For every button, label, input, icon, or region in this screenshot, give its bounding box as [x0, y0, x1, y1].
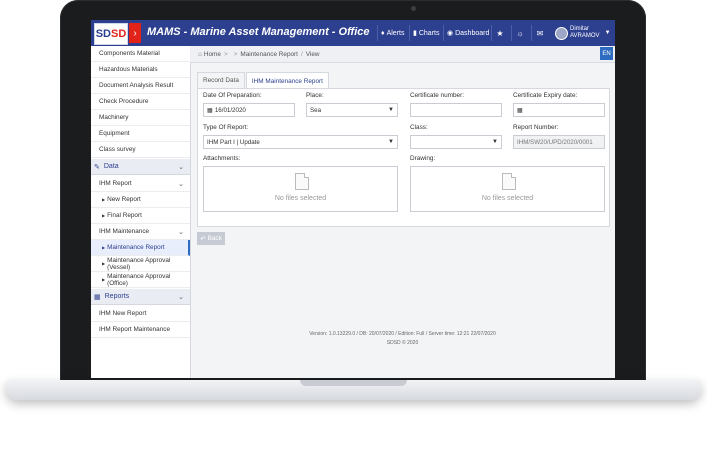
caret-right-icon: ▶: [102, 261, 106, 266]
version-info: Version: 1.0.13229.0 / DB: 20/07/2020 / …: [309, 331, 496, 337]
type-select[interactable]: IHM Part I | Update ▼: [203, 135, 398, 149]
copyright: SDSD © 2020: [386, 340, 419, 346]
caret-down-icon: ▼: [492, 139, 498, 145]
back-button[interactable]: ↶ Back: [197, 232, 225, 245]
sidebar-section-data[interactable]: ✎ Data ⌄: [91, 159, 190, 175]
tab-ihm-maintenance-report[interactable]: IHM Maintenance Report: [245, 72, 329, 89]
language-button[interactable]: EN: [600, 47, 613, 60]
drawing-label: Drawing:: [410, 155, 436, 162]
chevron-down-icon: ⌄: [178, 228, 184, 236]
chevron-right-icon: ›: [133, 27, 137, 39]
sidebar-item-class-survey[interactable]: Class survey: [91, 142, 190, 158]
caret-down-icon: ▼: [388, 107, 394, 113]
avatar: [555, 26, 568, 40]
class-label: Class:: [410, 124, 428, 131]
camera-icon: [411, 6, 416, 11]
home-icon: ⌂: [198, 50, 202, 58]
sidebar-section-reports[interactable]: ▦ Reports ⌄: [91, 289, 190, 305]
app-screen: SD SD › MAMS - Marine Asset Management - …: [91, 20, 615, 378]
bar-chart-icon: ▮: [413, 30, 417, 37]
sidebar-item-hazardous-materials[interactable]: Hazardous Materials: [91, 62, 190, 78]
breadcrumb-view: View: [305, 50, 320, 58]
sidebar-item-document-analysis[interactable]: Document Analysis Result: [91, 78, 190, 94]
sidebar-item-final-report[interactable]: ▶ Final Report: [91, 208, 190, 224]
alerts-button[interactable]: ♦ Alerts: [377, 25, 407, 41]
attachments-label: Attachments:: [203, 155, 241, 162]
drawing-dropzone[interactable]: No files selected: [410, 166, 605, 212]
date-label: Date Of Preparation:: [203, 92, 262, 99]
tab-bar: Record Data IHM Maintenance Report: [197, 72, 330, 89]
sidebar-item-maintenance-report[interactable]: ▶ Maintenance Report: [91, 240, 190, 256]
app-title: MAMS - Marine Asset Management - Office: [147, 26, 370, 38]
chevron-down-icon: ⌄: [178, 180, 184, 188]
cert-expiry-field[interactable]: ▦: [513, 103, 605, 117]
laptop-frame: SD SD › MAMS - Marine Asset Management - …: [0, 0, 707, 451]
form-panel: Date Of Preparation: ▦ 16/01/2020 Place: …: [197, 88, 610, 227]
user-menu[interactable]: Dimitar AVRAMOV ▼: [555, 23, 615, 43]
footer: Version: 1.0.13229.0 / DB: 20/07/2020 / …: [190, 330, 615, 348]
caret-right-icon: ▶: [102, 213, 106, 218]
cert-number-label: Certificate number:: [410, 92, 464, 99]
cert-expiry-label: Certificate Expiry date:: [513, 92, 578, 99]
tab-record-data[interactable]: Record Data: [197, 72, 245, 88]
breadcrumb-maintenance-report[interactable]: Maintenance Report: [240, 51, 298, 58]
sidebar-item-components-material[interactable]: Components Material: [91, 46, 190, 62]
charts-button[interactable]: ▮ Charts: [409, 25, 442, 41]
place-select[interactable]: Sea ▼: [306, 103, 398, 117]
type-label: Type Of Report:: [203, 124, 249, 131]
dashboard-button[interactable]: ◉ Dashboard: [443, 25, 492, 41]
menu-toggle-button[interactable]: ›: [129, 23, 141, 43]
breadcrumb-home[interactable]: Home: [204, 51, 221, 58]
back-arrow-icon: ↶: [200, 235, 206, 243]
class-select[interactable]: ▼: [410, 135, 502, 149]
breadcrumb: ⌂ Home > > Maintenance Report / View EN: [190, 46, 615, 63]
laptop-notch: [300, 380, 407, 386]
sidebar-item-check-procedure[interactable]: Check Procedure: [91, 94, 190, 110]
sidebar-item-approval-office[interactable]: ▶ Maintenance Approval (Office): [91, 272, 190, 288]
chat-icon[interactable]: ✉: [531, 25, 548, 41]
sidebar-item-ihm-maintenance[interactable]: IHM Maintenance ⌄: [91, 224, 190, 240]
sidebar: Components Material Hazardous Materials …: [91, 46, 191, 378]
sidebar-item-ihm-report[interactable]: IHM Report ⌄: [91, 176, 190, 192]
user-name: Dimitar AVRAMOV: [570, 26, 600, 39]
chevron-down-icon: ⌄: [178, 163, 184, 171]
file-icon: [294, 173, 309, 190]
caret-right-icon: ▶: [102, 277, 106, 282]
lightbulb-icon[interactable]: ☼: [511, 25, 528, 41]
reports-icon: ▦: [94, 293, 101, 301]
cert-number-field[interactable]: [410, 103, 502, 117]
no-files-text: No files selected: [274, 195, 327, 202]
chevron-down-icon: ⌄: [178, 293, 184, 301]
caret-right-icon: ▶: [102, 197, 106, 202]
sidebar-item-machinery[interactable]: Machinery: [91, 110, 190, 126]
caret-down-icon: ▼: [388, 139, 394, 145]
sidebar-item-equipment[interactable]: Equipment: [91, 126, 190, 142]
calendar-icon: ▦: [517, 106, 523, 114]
place-label: Place:: [306, 92, 324, 99]
sidebar-item-new-report[interactable]: ▶ New Report: [91, 192, 190, 208]
bell-icon: ♦: [381, 29, 385, 37]
file-icon: [501, 173, 516, 190]
caret-down-icon: ▼: [604, 29, 611, 36]
dashboard-icon: ◉: [447, 30, 454, 37]
report-number-field[interactable]: IHM/SW20/UPD/2020/0001: [513, 135, 605, 149]
calendar-icon: ▦: [207, 106, 213, 114]
date-field[interactable]: ▦ 16/01/2020: [203, 103, 295, 117]
top-navbar: SD SD › MAMS - Marine Asset Management - …: [91, 20, 615, 46]
sidebar-item-ihm-new-report[interactable]: IHM New Report: [91, 306, 190, 322]
app-logo[interactable]: SD SD: [94, 23, 128, 45]
attachments-dropzone[interactable]: No files selected: [203, 166, 398, 212]
edit-icon: ✎: [94, 163, 100, 171]
report-number-label: Report Number:: [513, 124, 559, 131]
star-icon[interactable]: ★: [491, 25, 508, 41]
caret-right-icon: ▶: [102, 245, 106, 250]
sidebar-item-approval-vessel[interactable]: ▶ Maintenance Approval (Vessel): [91, 256, 190, 272]
no-files-text: No files selected: [481, 195, 534, 202]
sidebar-item-ihm-report-maintenance[interactable]: IHM Report Maintenance: [91, 322, 190, 338]
